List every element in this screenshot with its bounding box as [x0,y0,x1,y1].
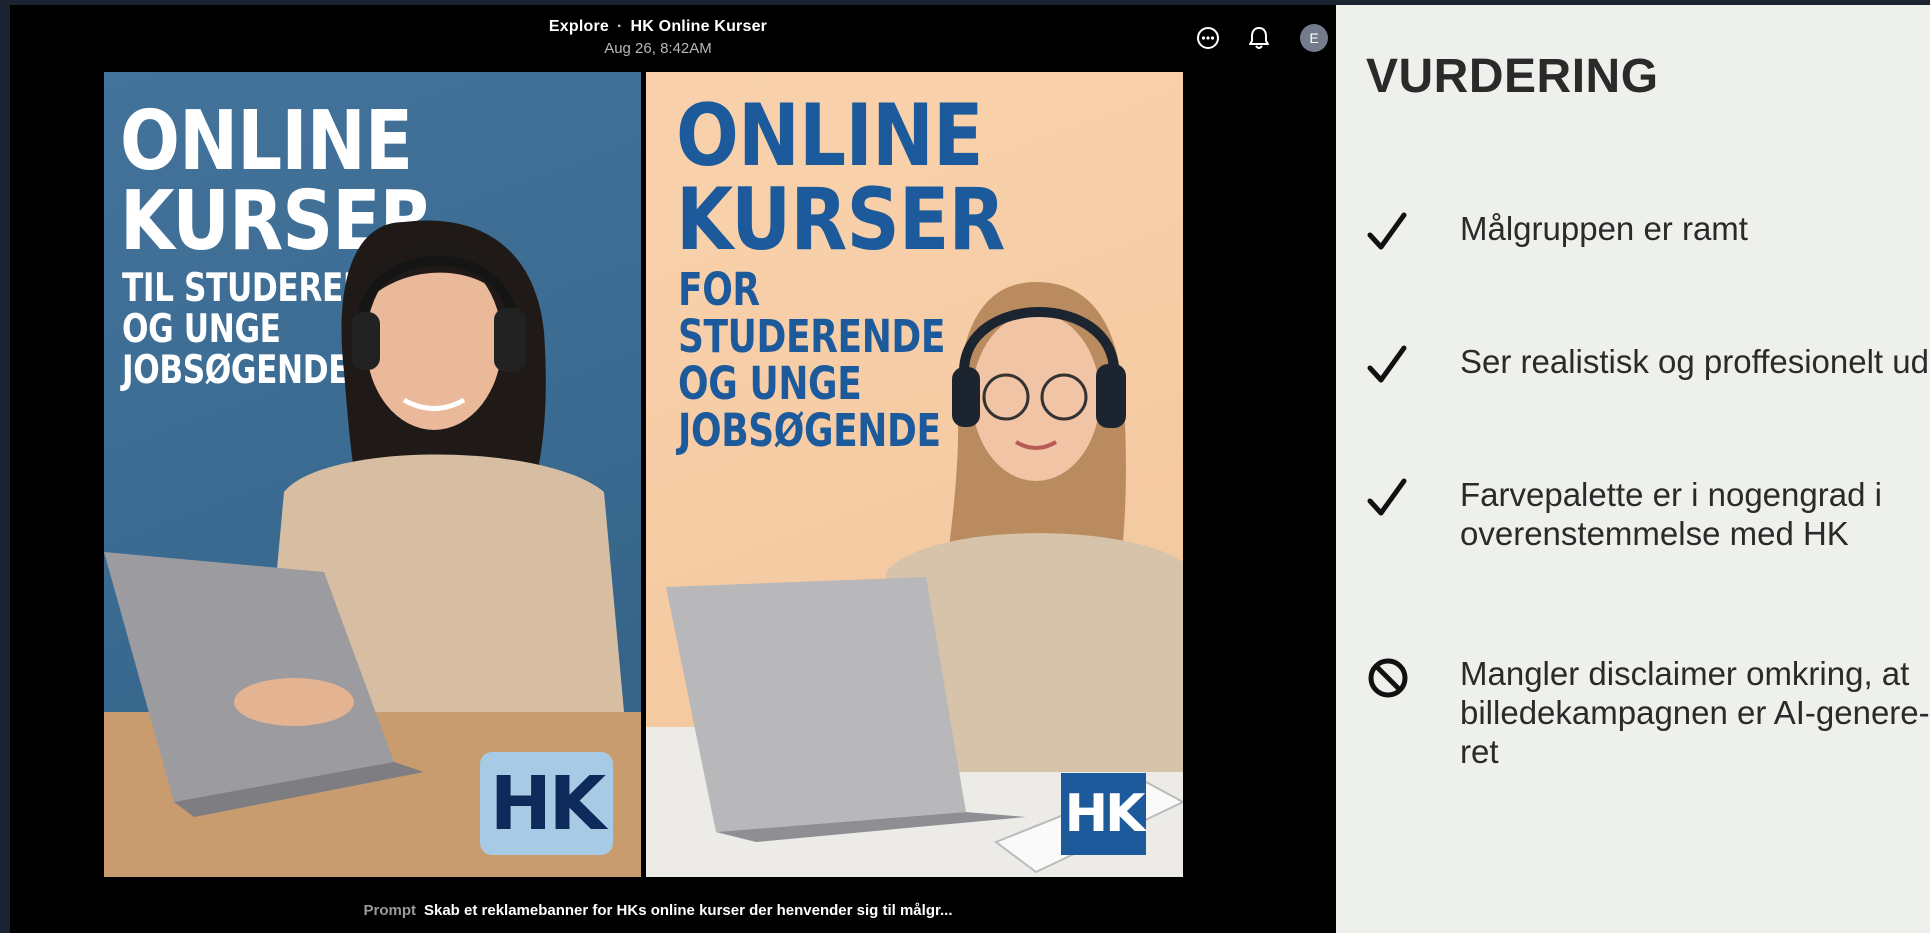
rating-title: VURDERING [1366,50,1659,103]
breadcrumb-title[interactable]: HK Online Kurser [631,18,768,35]
breadcrumb-separator: · [617,18,623,35]
rating-item-text: Mangler disclaimer omkring, at billedeka… [1460,655,1930,770]
check-icon [1367,478,1407,516]
prompt-label: Prompt [363,902,416,919]
prohibited-icon [1368,658,1408,698]
breadcrumb: Explore · HK Online Kurser [10,18,1306,36]
hk-logo-left: HK [480,752,613,855]
bell-icon[interactable] [1245,24,1273,52]
hk-logo-right: HK [1061,773,1146,855]
breadcrumb-explore[interactable]: Explore [549,18,609,35]
student-photo-right [646,282,1183,877]
prompt-line[interactable]: Prompt Skab et reklamebanner for HKs onli… [10,902,1306,919]
ad-image-right[interactable]: ONLINE KURSER FOR STUDERENDE OG UNGE JOB… [646,72,1183,877]
timestamp: Aug 26, 8:42AM [604,40,712,57]
prompt-text: Skab et reklamebanner for HKs online kur… [423,902,953,919]
check-icon [1367,345,1407,383]
image-viewer: Explore · HK Online Kurser Aug 26, 8:42AM … [10,5,1336,933]
rating-item-text: Ser realistisk og proffesionelt ud [1460,343,1929,380]
rating-item-text: Farvepalette er i nogengrad i overenstem… [1460,476,1882,552]
check-icon [1367,212,1407,250]
more-icon[interactable] [1194,24,1222,52]
rating-item-text: Målgruppen er ramt [1460,210,1748,247]
avatar[interactable]: E [1300,24,1328,52]
ad-image-left[interactable]: ONLINE KURSER TIL STUDERENDE OG UNGE JOB… [104,72,641,877]
rating-panel: VURDERING Målgruppen er ramt Ser realist… [1336,5,1930,933]
